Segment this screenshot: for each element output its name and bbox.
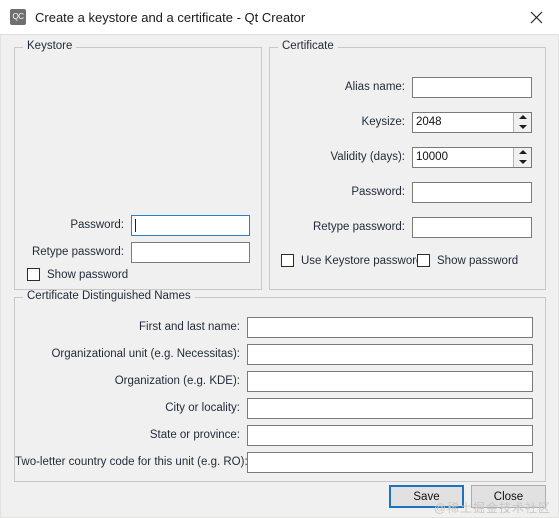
dn-input-organization[interactable]: [247, 370, 533, 392]
dn-row-state-province: State or province:: [15, 424, 535, 446]
certificate-password-row: Password:: [270, 181, 535, 203]
dn-row-country-code: Two-letter country code for this unit (e…: [15, 451, 535, 473]
dn-label-first-last-name: First and last name:: [139, 321, 240, 333]
dn-label-country-code: Two-letter country code for this unit (e…: [15, 456, 248, 468]
use-keystore-password-label: Use Keystore password: [301, 254, 423, 267]
spin-up-button[interactable]: [514, 113, 531, 123]
keystore-group-title: Keystore: [23, 40, 77, 52]
certificate-show-password-label: Show password: [437, 254, 519, 267]
dn-input-state-province[interactable]: [247, 424, 533, 446]
certificate-retype-row: Retype password:: [270, 216, 535, 238]
validity-spin-buttons[interactable]: [513, 147, 531, 167]
checkbox-box-icon: [417, 254, 430, 267]
certificate-retype-input[interactable]: [412, 216, 532, 238]
close-window-button[interactable]: [513, 0, 559, 34]
certificate-retype-label: Retype password:: [312, 221, 405, 233]
distinguished-names-group: Certificate Distinguished Names First an…: [14, 290, 546, 482]
spin-down-button[interactable]: [514, 157, 531, 167]
watermark-text: @稀土掘金技术社区: [433, 501, 551, 515]
certificate-validity-row: Validity (days):: [270, 146, 535, 168]
distinguished-names-group-title: Certificate Distinguished Names: [23, 290, 195, 302]
checkbox-box-icon: [27, 268, 40, 281]
dialog-body: Keystore Password: Retype password: Show…: [0, 35, 559, 518]
certificate-alias-input[interactable]: [412, 76, 532, 98]
checkbox-box-icon: [281, 254, 294, 267]
validity-spinbox[interactable]: [412, 146, 532, 168]
certificate-keysize-row: Keysize:: [270, 111, 535, 133]
certificate-group: Certificate Alias name: Keysize: Validit…: [269, 40, 546, 290]
keystore-show-password-label: Show password: [47, 268, 129, 281]
dn-row-organization: Organization (e.g. KDE):: [15, 370, 535, 392]
dn-label-organizational-unit: Organizational unit (e.g. Necessitas):: [51, 348, 240, 360]
certificate-group-title: Certificate: [278, 40, 338, 52]
keystore-retype-input[interactable]: [131, 241, 250, 263]
qt-creator-icon: QC: [10, 9, 26, 25]
triangle-up-icon: [518, 115, 527, 120]
close-icon: [530, 11, 542, 23]
dn-label-city-locality: City or locality:: [165, 402, 240, 414]
keystore-password-row: Password:: [15, 214, 251, 236]
title-bar: QC Create a keystore and a certificate -…: [0, 0, 559, 35]
use-keystore-password-checkbox[interactable]: Use Keystore password: [281, 254, 422, 267]
dn-row-organizational-unit: Organizational unit (e.g. Necessitas):: [15, 343, 535, 365]
dn-label-state-province: State or province:: [149, 429, 240, 441]
text-caret: [135, 218, 136, 232]
keystore-retype-row: Retype password:: [15, 241, 251, 263]
triangle-up-icon: [518, 150, 527, 155]
certificate-alias-label: Alias name:: [344, 81, 405, 93]
dn-input-organizational-unit[interactable]: [247, 343, 533, 365]
dn-input-country-code[interactable]: [247, 451, 533, 473]
dn-row-city-locality: City or locality:: [15, 397, 535, 419]
certificate-show-password-checkbox[interactable]: Show password: [417, 254, 518, 267]
spin-down-button[interactable]: [514, 122, 531, 132]
keystore-show-password-checkbox[interactable]: Show password: [27, 268, 128, 281]
keysize-spin-buttons[interactable]: [513, 112, 531, 132]
keysize-spinbox[interactable]: [412, 111, 532, 133]
dn-input-first-last-name[interactable]: [247, 316, 533, 338]
dialog-window: QC Create a keystore and a certificate -…: [0, 0, 559, 518]
triangle-down-icon: [518, 159, 527, 164]
dn-label-organization: Organization (e.g. KDE):: [114, 375, 240, 387]
certificate-password-label: Password:: [351, 186, 405, 198]
dn-input-city-locality[interactable]: [247, 397, 533, 419]
window-title: Create a keystore and a certificate - Qt…: [35, 9, 306, 25]
certificate-validity-label: Validity (days):: [330, 151, 405, 163]
certificate-keysize-label: Keysize:: [361, 116, 405, 128]
triangle-down-icon: [518, 124, 527, 129]
keystore-retype-label: Retype password:: [31, 246, 124, 258]
certificate-password-input[interactable]: [412, 181, 532, 203]
dn-row-first-last-name: First and last name:: [15, 316, 535, 338]
spin-up-button[interactable]: [514, 148, 531, 158]
keystore-group: Keystore Password: Retype password: Show…: [14, 40, 262, 290]
certificate-alias-row: Alias name:: [270, 76, 535, 98]
keystore-password-label: Password:: [70, 219, 124, 231]
keystore-password-input[interactable]: [131, 214, 250, 236]
